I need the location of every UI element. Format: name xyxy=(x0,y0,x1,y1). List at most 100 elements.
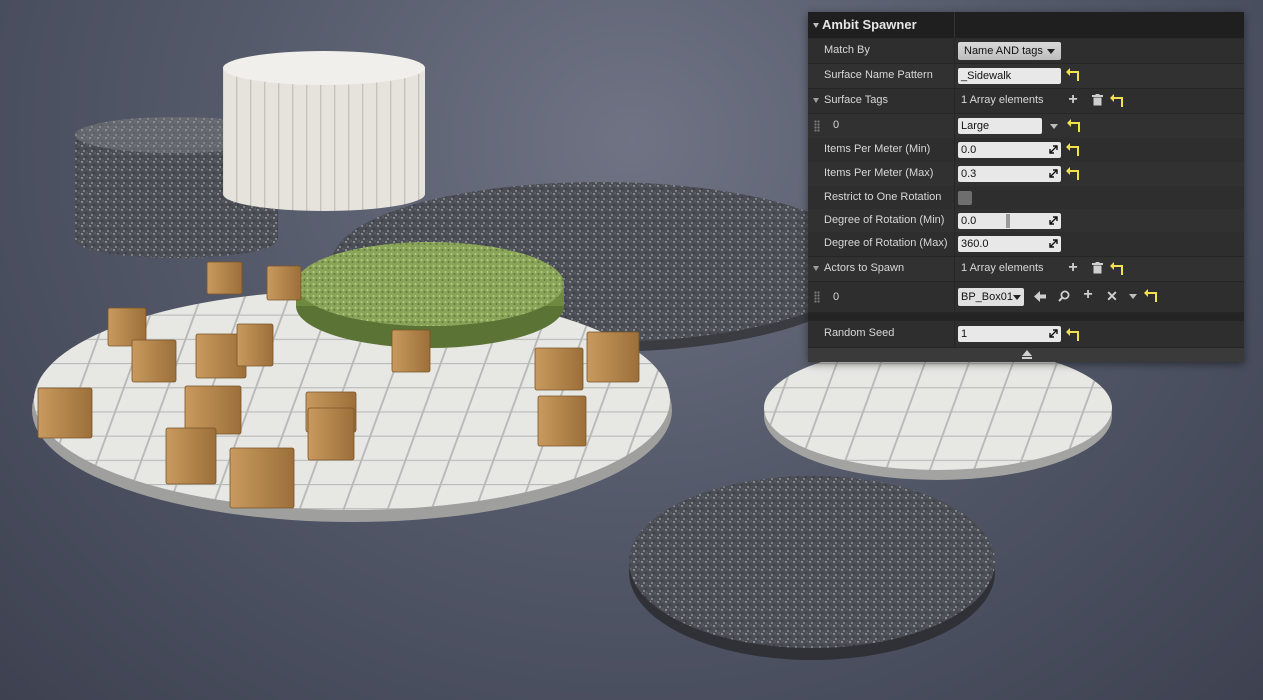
close-icon: ✕ xyxy=(1106,288,1118,304)
row-actor-0: 0 BP_Box01 + ✕ xyxy=(808,282,1244,313)
row-items-per-meter-min: Items Per Meter (Min) 0.0 xyxy=(808,138,1244,163)
clear-array-button[interactable] xyxy=(1090,94,1104,108)
trash-icon xyxy=(1091,94,1103,106)
actors-to-spawn-label: Actors to Spawn xyxy=(824,262,905,274)
reset-to-default-icon[interactable] xyxy=(1144,289,1157,302)
row-surface-name-pattern: Surface Name Pattern _Sidewalk xyxy=(808,64,1244,89)
restrict-rotation-checkbox[interactable] xyxy=(958,191,972,205)
advanced-toggle-bar[interactable] xyxy=(808,348,1244,362)
expand-caret-icon[interactable] xyxy=(813,266,819,271)
column-divider[interactable] xyxy=(954,186,955,210)
row-random-seed: Random Seed 1 xyxy=(808,321,1244,348)
rotation-min-label: Degree of Rotation (Min) xyxy=(824,214,945,226)
actors-to-spawn-count: 1 Array elements xyxy=(961,262,1044,274)
section-separator xyxy=(808,313,1244,321)
clear-array-button[interactable] xyxy=(1090,262,1104,276)
column-divider[interactable] xyxy=(954,64,955,88)
category-header[interactable]: Ambit Spawner xyxy=(808,12,1244,38)
items-per-meter-min-input[interactable]: 0.0 xyxy=(958,142,1061,158)
eject-icon-bar xyxy=(1022,357,1032,359)
reset-to-default-icon[interactable] xyxy=(1066,68,1079,81)
header-divider xyxy=(954,12,955,38)
drag-handle-icon[interactable] xyxy=(814,120,820,132)
random-seed-label: Random Seed xyxy=(824,327,895,339)
use-selected-button[interactable] xyxy=(1033,290,1047,304)
restrict-rotation-label: Restrict to One Rotation xyxy=(824,191,942,203)
clear-button[interactable]: ✕ xyxy=(1105,289,1119,303)
actor-class-value: BP_Box01 xyxy=(961,291,1013,303)
rotation-max-label: Degree of Rotation (Max) xyxy=(824,237,948,249)
surface-name-pattern-label: Surface Name Pattern xyxy=(824,69,933,81)
items-per-meter-max-input[interactable]: 0.3 xyxy=(958,166,1061,182)
drag-resize-icon[interactable] xyxy=(1049,169,1058,178)
column-divider[interactable] xyxy=(954,39,955,63)
collapse-caret-icon[interactable] xyxy=(813,23,819,28)
row-actors-to-spawn[interactable]: Actors to Spawn 1 Array elements + xyxy=(808,257,1244,282)
drag-resize-icon[interactable] xyxy=(1049,216,1058,225)
items-per-meter-min-label: Items Per Meter (Min) xyxy=(824,143,931,155)
reset-to-default-icon[interactable] xyxy=(1067,119,1080,132)
column-divider[interactable] xyxy=(954,209,955,233)
reset-to-default-icon[interactable] xyxy=(1066,143,1079,156)
chevron-down-icon[interactable] xyxy=(1050,124,1058,129)
surface-tags-count: 1 Array elements xyxy=(961,94,1044,106)
random-seed-value: 1 xyxy=(961,328,968,340)
surface-tag-index: 0 xyxy=(833,119,840,131)
surface-tag-input[interactable]: Large xyxy=(958,118,1042,134)
row-surface-tag-0: 0 Large xyxy=(808,114,1244,139)
add-element-button[interactable]: + xyxy=(1066,91,1080,108)
match-by-dropdown[interactable]: Name AND tags xyxy=(958,42,1061,60)
plus-icon: + xyxy=(1068,91,1078,108)
search-icon xyxy=(1058,290,1070,302)
row-surface-tags[interactable]: Surface Tags 1 Array elements + xyxy=(808,89,1244,114)
add-element-button[interactable]: + xyxy=(1066,259,1080,276)
insert-button[interactable]: + xyxy=(1081,286,1095,303)
asphalt-disc-bottom xyxy=(629,476,995,660)
row-restrict-rotation: Restrict to One Rotation xyxy=(808,186,1244,211)
column-divider[interactable] xyxy=(954,282,955,312)
drag-resize-icon[interactable] xyxy=(1049,239,1058,248)
ambit-spawner-details-panel: Ambit Spawner Match By Name AND tags Sur… xyxy=(808,12,1244,362)
row-match-by: Match By Name AND tags xyxy=(808,39,1244,64)
reset-to-default-icon[interactable] xyxy=(1066,167,1079,180)
rotation-max-value: 360.0 xyxy=(961,238,989,250)
rotation-min-value: 0.0 xyxy=(961,215,977,227)
rotation-min-input[interactable]: 0.0 xyxy=(958,213,1061,229)
chevron-down-icon xyxy=(1047,49,1055,54)
rotation-max-input[interactable]: 360.0 xyxy=(958,236,1061,252)
slider-knob[interactable] xyxy=(1006,214,1010,228)
column-divider[interactable] xyxy=(954,89,955,113)
column-divider[interactable] xyxy=(954,114,955,138)
plus-icon: + xyxy=(1068,259,1078,276)
reset-to-default-icon[interactable] xyxy=(1066,328,1079,341)
actor-class-picker[interactable]: BP_Box01 xyxy=(958,288,1024,306)
chevron-down-icon xyxy=(1013,295,1021,300)
surface-name-pattern-input[interactable]: _Sidewalk xyxy=(958,68,1061,84)
column-divider[interactable] xyxy=(954,321,955,347)
tiled-disc-right xyxy=(764,346,1112,480)
random-seed-input[interactable]: 1 xyxy=(958,326,1061,342)
match-by-value: Name AND tags xyxy=(964,45,1043,57)
actor-index: 0 xyxy=(833,291,840,303)
reset-to-default-icon[interactable] xyxy=(1110,94,1123,107)
column-divider[interactable] xyxy=(954,138,955,162)
row-items-per-meter-max: Items Per Meter (Max) 0.3 xyxy=(808,162,1244,187)
drag-handle-icon[interactable] xyxy=(814,291,820,303)
column-divider[interactable] xyxy=(954,162,955,186)
drag-resize-icon[interactable] xyxy=(1049,145,1058,154)
items-per-meter-min-value: 0.0 xyxy=(961,144,977,156)
column-divider[interactable] xyxy=(954,232,955,256)
items-per-meter-max-label: Items Per Meter (Max) xyxy=(824,167,934,179)
reset-to-default-icon[interactable] xyxy=(1110,262,1123,275)
eject-icon xyxy=(1022,350,1032,356)
column-divider[interactable] xyxy=(954,257,955,281)
match-by-label: Match By xyxy=(824,44,870,56)
plus-icon: + xyxy=(1083,286,1093,303)
expand-caret-icon[interactable] xyxy=(813,98,819,103)
category-title: Ambit Spawner xyxy=(822,17,917,32)
drag-resize-icon[interactable] xyxy=(1049,329,1058,338)
chevron-down-icon[interactable] xyxy=(1129,294,1137,299)
browse-button[interactable] xyxy=(1057,290,1071,304)
items-per-meter-max-value: 0.3 xyxy=(961,168,977,180)
arrow-left-icon xyxy=(1034,291,1046,302)
